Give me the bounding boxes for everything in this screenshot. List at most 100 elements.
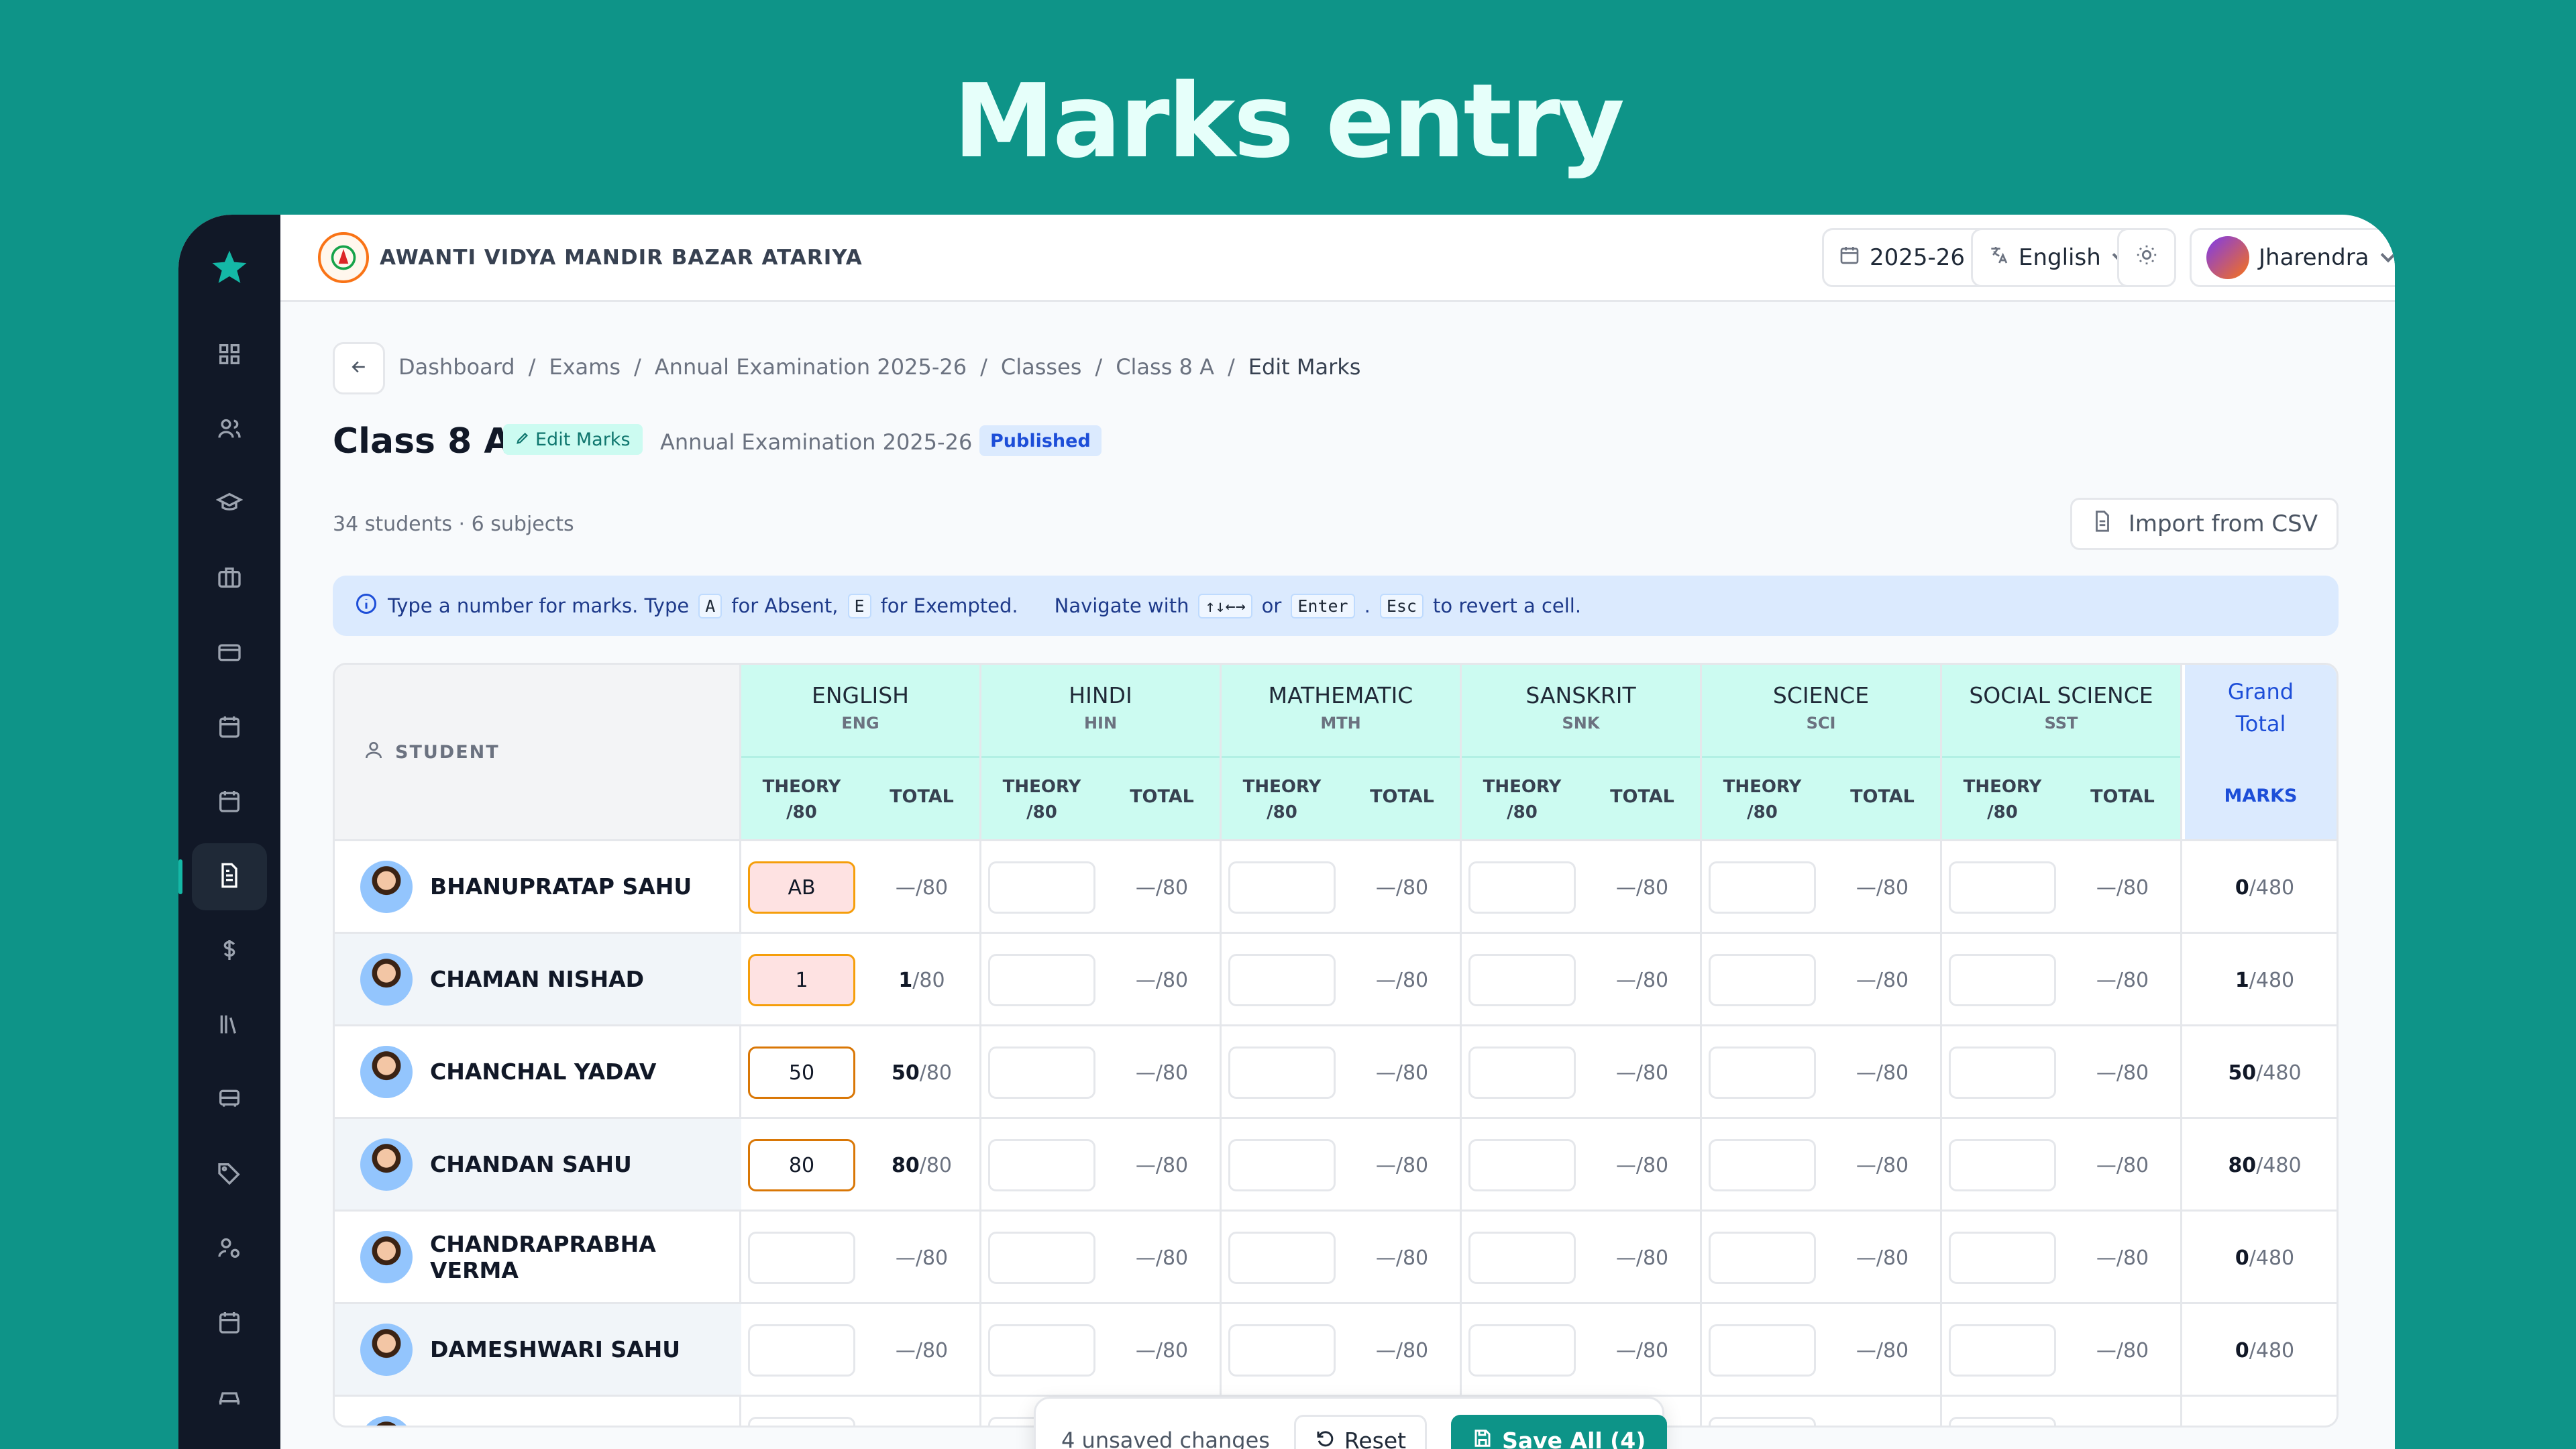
marks-input[interactable] [1228, 861, 1336, 914]
marks-input[interactable] [1228, 1232, 1336, 1284]
file-text-icon [216, 862, 243, 892]
total-max: /80 [1635, 1154, 1669, 1177]
marks-input[interactable] [1468, 954, 1576, 1006]
marks-input[interactable] [1949, 1139, 2056, 1191]
theme-toggle[interactable] [2117, 228, 2176, 287]
marks-input[interactable] [1949, 1324, 2056, 1377]
breadcrumb-exam[interactable]: Annual Examination 2025-26 [655, 354, 967, 380]
sidebar-item[interactable] [192, 769, 267, 836]
help-text: for Absent, [731, 594, 839, 617]
total-max: /80 [1876, 969, 1909, 992]
marks-input[interactable] [988, 861, 1095, 914]
reset-button[interactable]: Reset [1293, 1415, 1428, 1449]
marks-input[interactable] [988, 1232, 1095, 1284]
subject-total: —/80 [2063, 1246, 2182, 1270]
sidebar-item[interactable] [192, 918, 267, 985]
total-max: /80 [2116, 876, 2149, 900]
total-max: /80 [1155, 1154, 1189, 1177]
back-button[interactable] [333, 342, 385, 394]
marks-input[interactable]: 1 [748, 954, 855, 1006]
import-csv-label: Import from CSV [2128, 511, 2318, 537]
import-csv-button[interactable]: Import from CSV [2070, 498, 2339, 550]
marks-input[interactable] [1468, 1232, 1576, 1284]
marks-input[interactable] [1949, 954, 2056, 1006]
marks-input[interactable] [1228, 954, 1336, 1006]
breadcrumb-separator: / [1095, 354, 1103, 380]
total-max: /80 [1155, 969, 1189, 992]
sidebar-item[interactable] [192, 1364, 267, 1432]
subject-total: —/80 [1823, 1339, 1942, 1362]
marks-input[interactable] [1949, 861, 2056, 914]
marks-input[interactable] [1949, 1232, 2056, 1284]
subject-sub-header: THEORY/80 TOTAL [1942, 756, 2180, 839]
marks-input[interactable] [748, 1417, 855, 1426]
sidebar-item[interactable] [178, 843, 267, 910]
language-selector[interactable]: English [1971, 228, 2142, 287]
marks-input[interactable] [1709, 1232, 1816, 1284]
table-row: CHAMAN NISHAD 1 1/80 —/80 —/80 —/80 —/80 —/80 1/… [335, 932, 2337, 1024]
marks-input[interactable] [1228, 1324, 1336, 1377]
breadcrumb-current: Edit Marks [1248, 354, 1361, 380]
student-header-label: STUDENT [395, 741, 500, 763]
vehicle-icon [216, 1383, 243, 1413]
subject-code: SST [2044, 714, 2078, 733]
marks-input[interactable] [1228, 1139, 1336, 1191]
sidebar-item[interactable] [192, 694, 267, 761]
marks-input[interactable] [1228, 1046, 1336, 1099]
key-esc: Esc [1379, 593, 1424, 619]
sidebar-item[interactable] [192, 1290, 267, 1357]
marks-input[interactable] [748, 1324, 855, 1377]
sidebar-item[interactable] [192, 992, 267, 1059]
marks-input[interactable]: 50 [748, 1046, 855, 1099]
theory-max: /80 [1747, 802, 1778, 822]
breadcrumb-class[interactable]: Class 8 A [1116, 354, 1214, 380]
marks-input[interactable] [1468, 1046, 1576, 1099]
app-logo-icon[interactable] [204, 244, 255, 295]
marks-input[interactable] [1709, 1324, 1816, 1377]
marks-input[interactable] [1709, 861, 1816, 914]
total-value: — [1856, 876, 1876, 900]
user-menu[interactable]: Jharendra [2190, 228, 2395, 287]
student-cell: DAMESHWARI SAHU [335, 1304, 741, 1395]
sidebar-item[interactable] [192, 545, 267, 612]
subject-header: SANSKRIT SNK [1462, 665, 1700, 756]
save-all-button[interactable]: Save All (4) [1451, 1415, 1668, 1449]
marks-input[interactable] [1468, 861, 1576, 914]
total-max: /80 [1635, 1061, 1669, 1085]
marks-input[interactable]: 80 [748, 1139, 855, 1191]
sidebar-item[interactable] [192, 471, 267, 538]
marks-input[interactable] [988, 1324, 1095, 1377]
sidebar-item[interactable] [192, 396, 267, 464]
total-max: /80 [1635, 1339, 1669, 1362]
sidebar-item[interactable] [192, 1216, 267, 1283]
marks-input[interactable] [1709, 954, 1816, 1006]
marks-input[interactable] [988, 1139, 1095, 1191]
marks-input[interactable]: AB [748, 861, 855, 914]
sidebar-item[interactable] [192, 322, 267, 389]
marks-input[interactable] [988, 954, 1095, 1006]
sidebar-item[interactable] [192, 1067, 267, 1134]
help-text: to revert a cell. [1432, 594, 1582, 617]
sidebar [178, 215, 280, 1449]
total-value: — [2096, 1339, 2116, 1362]
subject-total: —/80 [1342, 1061, 1462, 1085]
marks-input[interactable] [1949, 1046, 2056, 1099]
marks-input[interactable] [1709, 1046, 1816, 1099]
breadcrumb-exams[interactable]: Exams [549, 354, 621, 380]
calendar-icon [216, 1309, 243, 1338]
total-header: TOTAL [1610, 786, 1674, 807]
marks-input[interactable] [1468, 1324, 1576, 1377]
marks-input[interactable] [1709, 1139, 1816, 1191]
marks-input[interactable] [1949, 1417, 2056, 1426]
key-absent: A [698, 593, 722, 619]
help-text: for Exempted. [880, 594, 1018, 617]
sidebar-item[interactable] [192, 620, 267, 687]
marks-input[interactable] [748, 1232, 855, 1284]
breadcrumb-dashboard[interactable]: Dashboard [398, 354, 515, 380]
marks-input[interactable] [1468, 1139, 1576, 1191]
sidebar-item[interactable] [192, 1141, 267, 1208]
total-header: TOTAL [1850, 786, 1915, 807]
marks-input[interactable] [988, 1046, 1095, 1099]
breadcrumb-classes[interactable]: Classes [1001, 354, 1082, 380]
marks-input[interactable] [1709, 1417, 1816, 1426]
